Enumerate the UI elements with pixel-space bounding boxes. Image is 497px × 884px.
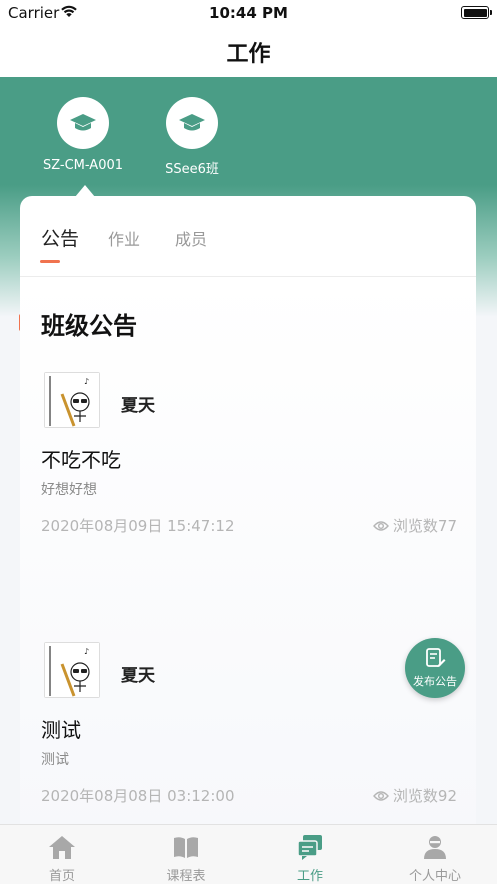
- announcement-content: 测试: [41, 752, 69, 768]
- avatar: ♪: [44, 372, 100, 428]
- tabbar-label: 个人中心: [408, 869, 461, 884]
- avatar: ♪: [44, 642, 100, 698]
- edit-note-icon: [426, 648, 446, 667]
- tabbar-item-schedule[interactable]: 课程表: [124, 825, 248, 884]
- fab-label: 发布公告: [413, 675, 457, 688]
- announcement-time: 2020年08月09日 15:47:12: [41, 517, 235, 535]
- tabbar-label: 工作: [296, 869, 323, 884]
- svg-text:♪: ♪: [84, 377, 89, 386]
- author-name: 夏天: [121, 396, 155, 416]
- author-name: 夏天: [121, 666, 155, 686]
- view-count: 浏览数77: [372, 515, 457, 536]
- tabbar-item-profile[interactable]: 个人中心: [373, 825, 497, 884]
- battery-icon: [461, 6, 492, 19]
- view-count-label: 浏览数77: [392, 517, 457, 535]
- class-item-ssee6[interactable]: SSee6班: [137, 97, 247, 177]
- bottom-tab-bar: 首页 课程表 工作 个人中心: [0, 824, 497, 884]
- class-avatar: [166, 97, 218, 149]
- status-bar: Carrier 10:44 PM: [0, 0, 497, 26]
- card-body: 班级公告: [20, 277, 476, 836]
- announcement-title: 不吃不吃: [41, 448, 121, 472]
- eye-icon: [372, 520, 389, 531]
- nav-bar: 工作: [0, 26, 497, 78]
- tabbar-item-work[interactable]: 工作: [248, 825, 372, 884]
- home-icon: [49, 836, 75, 859]
- announcement-title: 测试: [41, 718, 81, 742]
- tabbar-item-home[interactable]: 首页: [0, 825, 124, 884]
- class-name: SSee6班: [165, 162, 219, 177]
- graduation-cap-icon: [179, 114, 205, 131]
- active-tab-indicator: [40, 260, 60, 263]
- class-name: SZ-CM-A001: [42, 158, 124, 173]
- page-title: 工作: [226, 42, 271, 67]
- view-count-label: 浏览数92: [392, 787, 457, 805]
- work-chat-icon: [297, 835, 322, 860]
- tab-announcements[interactable]: 公告: [41, 224, 79, 251]
- content-card: 公告 作业 成员 班级公告 ♪ 夏天 不吃不吃 好想好想 2020年08月09日…: [20, 196, 476, 836]
- publish-announcement-button[interactable]: 发布公告: [405, 638, 465, 698]
- book-icon: [174, 837, 198, 858]
- tab-bar-top: 公告 作业 成员: [20, 196, 476, 277]
- section-title: 班级公告: [41, 312, 137, 340]
- user-icon: [424, 836, 446, 859]
- graduation-cap-icon: [70, 114, 96, 131]
- tabbar-label: 首页: [48, 869, 75, 884]
- class-avatar: [57, 97, 109, 149]
- tabbar-label: 课程表: [166, 869, 206, 884]
- announcement-content: 好想好想: [41, 482, 97, 498]
- class-item-sz-cm-a001[interactable]: SZ-CM-A001: [28, 97, 138, 173]
- announcement-time: 2020年08月08日 03:12:00: [41, 787, 235, 805]
- eye-icon: [372, 790, 389, 801]
- view-count: 浏览数92: [372, 785, 457, 806]
- svg-text:♪: ♪: [84, 647, 89, 656]
- tab-homework[interactable]: 作业: [108, 226, 140, 250]
- tab-members[interactable]: 成员: [175, 226, 207, 250]
- clock: 10:44 PM: [209, 4, 288, 22]
